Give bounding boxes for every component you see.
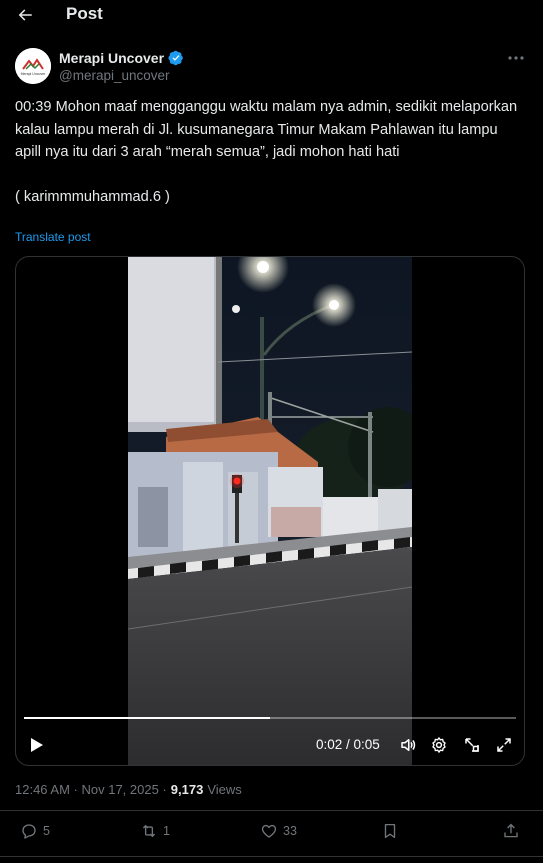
pop-out-icon[interactable] [462,735,482,755]
action-bar: 5 1 33 [0,822,543,848]
top-bar: Post [0,0,543,30]
post-timestamp[interactable]: 12:46 AM · Nov 17, 2025 · [15,782,167,797]
reply-icon [22,824,36,839]
play-icon[interactable] [26,735,46,755]
reply-count: 5 [43,824,50,838]
translate-post-link[interactable]: Translate post [15,230,91,244]
bookmark-button[interactable] [381,822,399,840]
repost-count: 1 [163,824,170,838]
volume-icon[interactable] [398,735,418,755]
reply-button[interactable]: 5 [20,822,50,840]
repost-icon [142,824,156,838]
video-progress-fill [24,717,270,719]
like-button[interactable]: 33 [260,822,297,840]
share-button[interactable] [502,822,520,840]
post-text: 00:39 Mohon maaf mengganggu waktu malam … [15,99,518,206]
video-progress-bar[interactable] [24,717,516,719]
like-count: 33 [283,824,297,838]
heart-icon [261,824,277,838]
back-arrow-icon[interactable] [14,4,36,26]
author-name[interactable]: Merapi Uncover [59,50,164,66]
video-time: 0:02 / 0:05 [316,737,380,752]
divider [0,810,543,811]
video-frame [128,257,412,765]
author-name-row: Merapi Uncover [59,50,184,66]
share-icon [504,823,518,838]
video-player[interactable]: 0:02 / 0:05 [15,256,525,766]
views-count: 9,173 [170,782,204,797]
repost-button[interactable]: 1 [140,822,170,840]
views-label: Views [207,782,242,797]
divider [0,856,543,857]
settings-gear-icon[interactable] [429,735,449,755]
verified-badge-icon [168,50,183,66]
post-meta: 12:46 AM · Nov 17, 2025 · 9,173 Views [15,782,242,797]
avatar-caption: Merapi Uncover [21,72,47,76]
bookmark-icon [384,823,396,839]
page-title: Post [66,4,103,23]
author-handle[interactable]: @merapi_uncover [59,68,170,83]
avatar[interactable]: Merapi Uncover [15,48,51,84]
more-options-icon[interactable] [505,50,527,66]
fullscreen-icon[interactable] [494,735,514,755]
